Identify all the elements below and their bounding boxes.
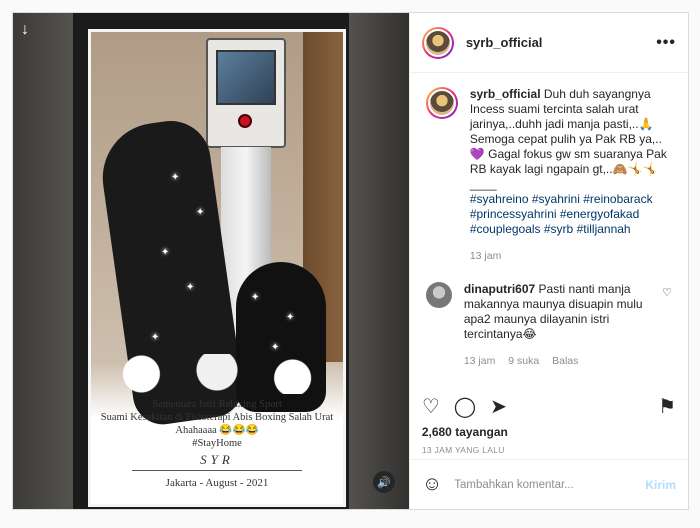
- sparkle-icon: ✦: [171, 172, 180, 183]
- media-blur-right: [348, 13, 409, 509]
- overlay-hashtag: #StayHome: [192, 438, 242, 449]
- caption-hashtags[interactable]: #syahreino #syahrini #reinobarack #princ…: [470, 192, 672, 237]
- avatar[interactable]: [425, 282, 452, 308]
- heart-icon[interactable]: ♡: [422, 394, 440, 419]
- view-count[interactable]: 2,680 tayangan: [422, 425, 508, 439]
- comment-username[interactable]: dinaputri607: [464, 282, 535, 296]
- share-icon[interactable]: ➤: [490, 394, 507, 419]
- comment-time: 13 jam: [463, 355, 496, 367]
- speaker-icon: 🔊: [376, 476, 391, 489]
- sparkle-icon: ✦: [286, 312, 295, 323]
- overlay-signature: SYR: [200, 452, 234, 467]
- list-item: dinaputri607 Pasti nanti manja makannya …: [425, 282, 672, 369]
- avatar[interactable]: [421, 26, 454, 59]
- comment-icon[interactable]: ◯: [454, 394, 476, 419]
- download-arrow-icon[interactable]: ↓: [21, 21, 29, 39]
- emoji-icon[interactable]: ☺: [422, 473, 442, 496]
- action-bar: ♡ ◯ ➤ ⚑: [410, 391, 688, 421]
- overlay-line: Ahahaaaa 😂😂😂: [175, 425, 259, 436]
- overlay-rule: [132, 470, 302, 471]
- mute-button[interactable]: 🔊: [372, 471, 395, 493]
- exercise-machine: [206, 38, 286, 148]
- sparkle-icon: ✦: [251, 292, 260, 303]
- post-media[interactable]: ✦ ✦ ✦ ✦ ✦ ✦ ✦ ✦ Sementara Istri Relaxing…: [13, 13, 409, 509]
- post-timestamp[interactable]: 13 JAM YANG LALU: [422, 445, 505, 455]
- post-header: syrb_official •••: [409, 13, 688, 73]
- post-comment-button[interactable]: Kirim: [645, 478, 676, 492]
- video-overlay-text: Sementara Istri Relaxing Sport Suami Kes…: [91, 392, 343, 504]
- header-username[interactable]: syrb_official: [466, 35, 543, 50]
- reply-button[interactable]: Balas: [552, 355, 578, 367]
- overlay-date: Jakarta - August - 2021: [165, 477, 269, 489]
- post-sidebar: syrb_official ••• syrb_official Duh duh …: [408, 13, 688, 509]
- overlay-line: Suami Kesakitan di Fisioterapi Abis Boxi…: [100, 412, 334, 423]
- comment-likes[interactable]: 9 suka: [508, 355, 539, 367]
- sparkle-icon: ✦: [186, 282, 195, 293]
- comment-input[interactable]: [454, 478, 646, 491]
- sparkle-icon: ✦: [196, 207, 205, 218]
- more-options-icon[interactable]: •••: [656, 34, 676, 52]
- caption-separator: ____: [469, 177, 497, 191]
- sparkle-icon: ✦: [271, 342, 280, 353]
- avatar[interactable]: [425, 87, 458, 119]
- caption-comment: syrb_official Duh duh sayangnya Incess s…: [425, 87, 672, 264]
- sparkle-icon: ✦: [151, 332, 160, 343]
- machine-knob: [238, 114, 252, 128]
- bookmark-icon[interactable]: ⚑: [658, 394, 676, 419]
- video-frame: ✦ ✦ ✦ ✦ ✦ ✦ ✦ ✦ Sementara Istri Relaxing…: [88, 29, 346, 507]
- media-blur-left: [13, 13, 73, 509]
- snow-decoration: [91, 354, 343, 394]
- overlay-line: Sementara Istri Relaxing Sport: [152, 399, 282, 410]
- caption-time: 13 jam: [469, 250, 502, 262]
- sparkle-icon: ✦: [161, 247, 170, 258]
- machine-screen: [216, 50, 276, 105]
- like-comment-heart-icon[interactable]: ♡: [662, 282, 672, 369]
- comments-list[interactable]: syrb_official Duh duh sayangnya Incess s…: [410, 73, 688, 383]
- caption-username[interactable]: syrb_official: [470, 87, 541, 101]
- add-comment-bar: ☺ Kirim: [409, 459, 688, 509]
- post-frame: ✦ ✦ ✦ ✦ ✦ ✦ ✦ ✦ Sementara Istri Relaxing…: [12, 12, 689, 510]
